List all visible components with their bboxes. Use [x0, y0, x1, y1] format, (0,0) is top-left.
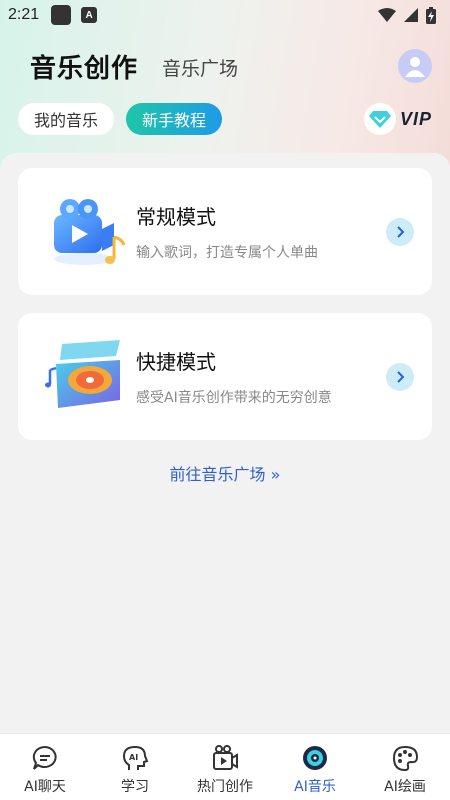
palette-icon — [392, 745, 419, 772]
quick-mode-desc: 感受AI音乐创作带来的无穷创意 — [136, 390, 332, 406]
tab-ai-chat[interactable]: AI聊天 — [0, 734, 90, 800]
tab-label: 学习 — [121, 779, 149, 795]
video-camera-icon — [213, 745, 238, 770]
keyboard-indicator-icon: A — [81, 7, 98, 23]
chevron-right-icon — [397, 225, 405, 238]
tab-label: AI音乐 — [294, 779, 336, 795]
normal-mode-desc: 输入歌词，打造专属个人单曲 — [136, 245, 318, 261]
status-time: 2:21 — [8, 6, 40, 23]
avatar[interactable] — [398, 49, 432, 83]
notification-app-icon — [51, 5, 72, 25]
status-bar: 2:21 A — [0, 0, 450, 30]
ai-head-icon: AI — [122, 745, 149, 770]
tab-study[interactable]: AI 学习 — [90, 734, 180, 800]
vinyl-record-box-icon — [44, 334, 130, 420]
page-header: 音乐创作 音乐广场 — [30, 44, 432, 88]
chat-bubble-icon — [32, 745, 57, 770]
normal-mode-card[interactable]: 常规模式 输入歌词，打造专属个人单曲 — [18, 168, 432, 295]
svg-text:AI: AI — [129, 753, 138, 762]
vip-label: VIP — [399, 108, 432, 129]
quick-mode-card[interactable]: 快捷模式 感受AI音乐创作带来的无穷创意 — [18, 313, 432, 440]
cellular-signal-icon — [404, 8, 418, 22]
mode-chips: 我的音乐 新手教程 VIP — [18, 102, 432, 136]
chevron-right-icon — [397, 370, 405, 383]
user-avatar-icon — [405, 57, 425, 77]
goto-music-square-link[interactable]: 前往音乐广场 » — [0, 461, 450, 485]
tab-music-square[interactable]: 音乐广场 — [162, 54, 238, 81]
tutorial-button[interactable]: 新手教程 — [126, 103, 223, 135]
normal-mode-arrow-button[interactable] — [386, 217, 414, 246]
tab-ai-painting[interactable]: AI绘画 — [360, 734, 450, 800]
diamond-icon — [368, 111, 391, 128]
my-music-button[interactable]: 我的音乐 — [18, 103, 115, 135]
bottom-tab-bar: AI聊天 AI 学习 热门创作 AI音乐 AI绘画 — [0, 733, 450, 800]
battery-charging-icon — [426, 6, 436, 24]
music-disc-icon — [303, 746, 327, 770]
video-camera-music-icon — [44, 189, 130, 275]
wifi-icon — [378, 8, 396, 22]
page-title[interactable]: 音乐创作 — [30, 48, 138, 85]
normal-mode-title: 常规模式 — [136, 205, 216, 229]
quick-mode-arrow-button[interactable] — [386, 362, 414, 391]
tab-label: 热门创作 — [197, 779, 253, 795]
tab-label: AI聊天 — [24, 779, 66, 795]
quick-mode-title: 快捷模式 — [136, 350, 216, 374]
tab-label: AI绘画 — [384, 779, 426, 795]
vip-button[interactable]: VIP — [363, 103, 432, 135]
tab-hot-creation[interactable]: 热门创作 — [180, 734, 270, 800]
main-panel: 常规模式 输入歌词，打造专属个人单曲 快捷模式 感受AI音乐创作带来的无穷创意 … — [0, 153, 450, 733]
tab-ai-music[interactable]: AI音乐 — [270, 734, 360, 800]
vip-badge — [363, 103, 396, 135]
